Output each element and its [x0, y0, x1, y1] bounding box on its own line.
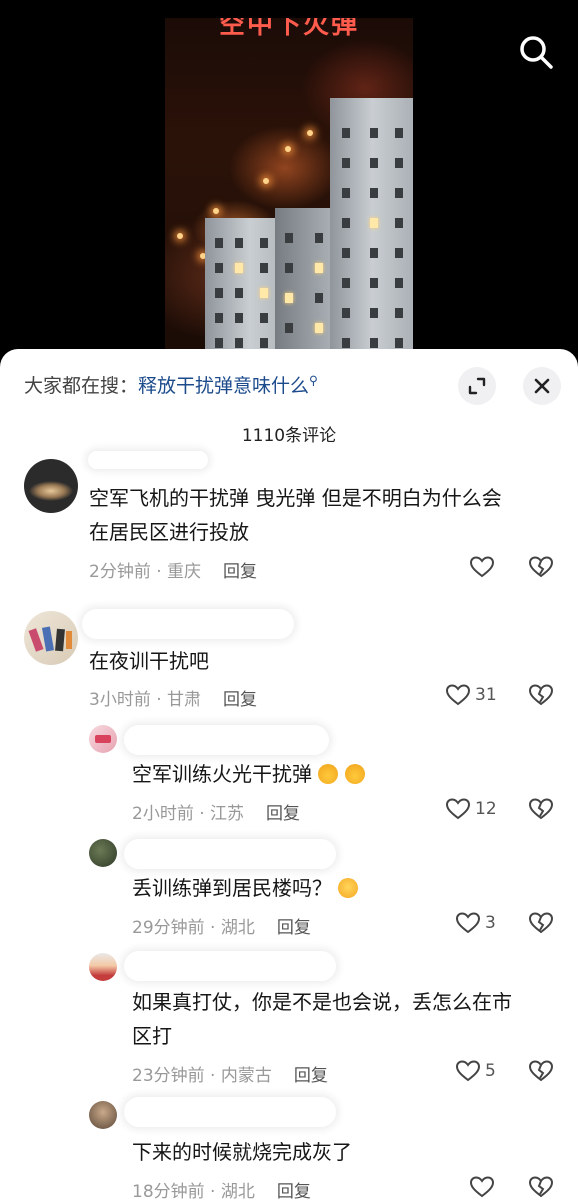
search-icon — [520, 36, 553, 69]
heart-icon — [455, 912, 481, 934]
comment-count: 1110条评论 — [241, 426, 337, 446]
avatar[interactable] — [89, 953, 117, 981]
avatar[interactable] — [89, 725, 117, 753]
comment-text: 在夜训干扰吧 — [89, 649, 209, 673]
username-hidden[interactable] — [124, 725, 329, 755]
video-title: 空中下火弹 — [218, 18, 359, 40]
comment-text: 如果真打仗，你是不是也会说，丢怎么在市 区打 — [132, 990, 512, 1048]
like-button[interactable]: 12 — [445, 797, 497, 821]
dislike-button[interactable] — [528, 797, 554, 825]
comment-meta: 2分钟前 · 重庆 回复 — [89, 557, 257, 582]
heart-icon — [445, 798, 471, 820]
video-area: 空中下火弹 — [0, 0, 578, 350]
broken-heart-icon — [528, 912, 554, 934]
like-button[interactable]: 5 — [455, 1059, 496, 1083]
search-suggestion[interactable]: 大家都在搜：释放干扰弹意味什么⚲ — [24, 371, 318, 398]
comment-text: 丢训练弹到居民楼吗？ — [132, 871, 359, 905]
heart-icon — [445, 684, 471, 706]
dislike-button[interactable] — [528, 911, 554, 939]
username-hidden[interactable] — [88, 451, 208, 469]
time-location: 3小时前 · 甘肃 — [89, 690, 202, 710]
expand-icon — [468, 377, 486, 395]
heart-icon — [469, 1176, 495, 1198]
like-count: 5 — [485, 1061, 496, 1081]
username-hidden[interactable] — [82, 609, 294, 639]
username-hidden[interactable] — [124, 1097, 336, 1127]
flushed-face-emoji — [338, 878, 359, 898]
search-icon: ⚲ — [309, 373, 318, 388]
reply-button[interactable]: 回复 — [266, 804, 300, 824]
username-hidden[interactable] — [124, 839, 336, 869]
flare — [213, 208, 219, 214]
comment-meta: 29分钟前 · 湖北 回复 — [132, 913, 311, 938]
heart-icon — [455, 1060, 481, 1082]
reply-button[interactable]: 回复 — [223, 690, 257, 710]
flare — [177, 233, 183, 239]
suggestion-prefix: 大家都在搜： — [24, 375, 139, 397]
reply-button[interactable]: 回复 — [277, 918, 311, 938]
close-button[interactable] — [523, 367, 561, 405]
comment-text: 下来的时候就烧完成灰了 — [132, 1140, 352, 1164]
broken-heart-icon — [528, 556, 554, 578]
flare — [307, 130, 313, 136]
like-button[interactable] — [469, 1175, 499, 1199]
building — [330, 98, 413, 350]
reply-button[interactable]: 回复 — [277, 1182, 311, 1200]
time-location: 23分钟前 · 内蒙古 — [132, 1066, 272, 1086]
like-button[interactable] — [469, 555, 499, 579]
close-icon — [534, 378, 550, 394]
dislike-button[interactable] — [528, 683, 554, 711]
time-location: 29分钟前 · 湖北 — [132, 918, 255, 938]
comment-sheet: 大家都在搜：释放干扰弹意味什么⚲ 1110条评论 空军飞机的干扰弹 曳光弹 但是… — [0, 349, 578, 1200]
avatar[interactable] — [24, 459, 78, 513]
like-count: 12 — [475, 799, 497, 819]
broken-heart-icon — [528, 684, 554, 706]
like-button[interactable]: 3 — [455, 911, 496, 935]
dislike-button[interactable] — [528, 555, 554, 583]
suggestion-query[interactable]: 释放干扰弹意味什么 — [138, 375, 309, 397]
avatar[interactable] — [24, 611, 78, 665]
time-location: 2小时前 · 江苏 — [132, 804, 245, 824]
like-button[interactable]: 31 — [445, 683, 497, 707]
comment-meta: 2小时前 · 江苏 回复 — [132, 799, 300, 824]
video-player[interactable]: 空中下火弹 — [165, 18, 413, 350]
dislike-button[interactable] — [528, 1059, 554, 1087]
username-hidden[interactable] — [124, 951, 336, 981]
time-location: 18分钟前 · 湖北 — [132, 1182, 255, 1200]
comment-text: 空军训练火光干扰弹 — [132, 757, 365, 791]
flare — [285, 146, 291, 152]
broken-heart-icon — [528, 1060, 554, 1082]
reply-button[interactable]: 回复 — [223, 562, 257, 582]
broken-heart-icon — [528, 798, 554, 820]
like-count: 3 — [485, 913, 496, 933]
comment-meta: 18分钟前 · 湖北 回复 — [132, 1177, 311, 1200]
finger-heart-emoji — [344, 764, 365, 784]
broken-heart-icon — [528, 1176, 554, 1198]
time-location: 2分钟前 · 重庆 — [89, 562, 202, 582]
avatar[interactable] — [89, 1101, 117, 1129]
like-count: 31 — [475, 685, 497, 705]
comment-text: 空军飞机的干扰弹 曳光弹 但是不明白为什么会 在居民区进行投放 — [89, 486, 502, 544]
comment-meta: 23分钟前 · 内蒙古 回复 — [132, 1061, 328, 1086]
dislike-button[interactable] — [528, 1175, 554, 1200]
avatar[interactable] — [89, 839, 117, 867]
search-button[interactable] — [516, 32, 556, 72]
reply-button[interactable]: 回复 — [294, 1066, 328, 1086]
comment-meta: 3小时前 · 甘肃 回复 — [89, 685, 257, 710]
heart-icon — [469, 556, 495, 578]
finger-heart-emoji — [318, 764, 339, 784]
flare — [263, 178, 269, 184]
expand-button[interactable] — [458, 367, 496, 405]
